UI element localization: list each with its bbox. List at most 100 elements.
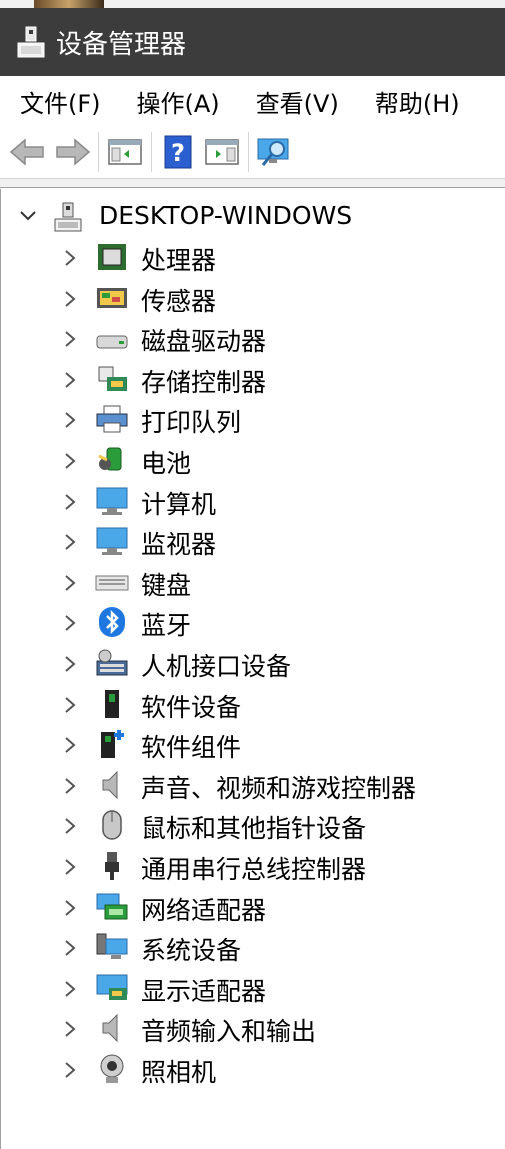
tree-item[interactable]: 磁盘驱动器	[1, 318, 505, 358]
tree-item[interactable]: 人机接口设备	[1, 643, 505, 683]
tree-item-label: 系统设备	[141, 936, 242, 966]
mouse-icon	[102, 810, 122, 841]
chevron-right-icon[interactable]	[63, 411, 77, 429]
toolbar-separator	[151, 132, 152, 172]
back-button[interactable]	[6, 132, 50, 172]
tree-item-label: 打印队列	[141, 408, 242, 438]
menu-bar: 文件(F) 操作(A) 查看(V) 帮助(H)	[0, 76, 505, 126]
chevron-right-icon[interactable]	[63, 574, 77, 592]
tree-item[interactable]: 软件设备	[1, 684, 505, 724]
audio-io-icon	[102, 1014, 118, 1043]
chevron-down-icon[interactable]	[19, 207, 37, 225]
chevron-right-icon[interactable]	[63, 817, 77, 835]
tree-item[interactable]: 网络适配器	[1, 887, 505, 927]
tree-item[interactable]: 电池	[1, 440, 505, 480]
toolbar-divider	[0, 178, 505, 188]
toolbar: ?	[0, 126, 505, 178]
action-pane-button[interactable]	[200, 132, 244, 172]
disk-drive-icon	[96, 335, 128, 349]
tree-item-label: 电池	[141, 449, 192, 478]
show-hide-tree-button[interactable]	[103, 132, 147, 172]
keyboard-icon	[95, 575, 129, 591]
tree-item[interactable]: 软件组件	[1, 724, 505, 764]
tree-item[interactable]: 声音、视频和游戏控制器	[1, 765, 505, 805]
tree-item[interactable]: 传感器	[1, 278, 505, 318]
device-manager-icon	[16, 25, 46, 59]
tree-item-label: 软件设备	[141, 692, 242, 722]
chevron-right-icon[interactable]	[63, 533, 77, 551]
chevron-right-icon[interactable]	[63, 330, 77, 348]
processor-icon	[98, 244, 126, 270]
menu-view[interactable]: 查看(V)	[236, 84, 339, 119]
tree-item-label: 蓝牙	[141, 611, 192, 641]
background-thumbnail	[34, 0, 104, 8]
window-title: 设备管理器	[56, 29, 187, 60]
top-strip	[0, 0, 505, 8]
chevron-right-icon[interactable]	[63, 493, 77, 511]
sensor-icon	[97, 287, 127, 308]
usb-icon	[105, 852, 119, 880]
chevron-right-icon[interactable]	[63, 939, 77, 957]
tree-item[interactable]: 系统设备	[1, 927, 505, 967]
tree-item-label: 传感器	[141, 286, 217, 316]
tree-item[interactable]: 计算机	[1, 481, 505, 521]
help-button[interactable]: ?	[156, 132, 200, 172]
tree-item[interactable]: 显示适配器	[1, 968, 505, 1008]
chevron-right-icon[interactable]	[63, 899, 77, 917]
system-device-icon	[96, 933, 128, 960]
menu-action[interactable]: 操作(A)	[117, 84, 220, 119]
tree-item-label: 通用串行总线控制器	[141, 855, 367, 884]
chevron-right-icon[interactable]	[63, 1020, 77, 1038]
tree-item[interactable]: 存储控制器	[1, 359, 505, 399]
tree-item-label: 存储控制器	[141, 367, 267, 397]
device-tree: DESKTOP-WINDOWS 处理器 传感器 磁盘驱动器 存储控制器 打印队列 电池 计算…	[0, 189, 505, 1149]
tree-item[interactable]: 打印队列	[1, 399, 505, 439]
tree-item[interactable]: 监视器	[1, 521, 505, 561]
tree-item[interactable]: 通用串行总线控制器	[1, 846, 505, 886]
chevron-right-icon[interactable]	[63, 696, 77, 714]
camera-icon	[100, 1054, 124, 1083]
tree-item-label: 显示适配器	[141, 976, 267, 1006]
tree-item-label: 处理器	[141, 246, 217, 275]
display-adapter-icon	[96, 974, 128, 1000]
software-device-icon	[105, 689, 119, 718]
hid-icon	[96, 649, 128, 676]
tree-item-label: 磁盘驱动器	[141, 327, 267, 357]
chevron-right-icon[interactable]	[63, 980, 77, 998]
tree-item-label: 监视器	[141, 530, 217, 560]
network-adapter-icon	[96, 893, 128, 920]
back-arrow-icon	[9, 138, 44, 166]
chevron-right-icon[interactable]	[63, 249, 77, 267]
tree-item-label: 照相机	[141, 1058, 217, 1087]
computer-icon	[96, 487, 128, 515]
menu-file[interactable]: 文件(F)	[0, 84, 101, 119]
speaker-icon	[102, 770, 118, 800]
battery-icon	[98, 447, 122, 471]
chevron-right-icon[interactable]	[63, 452, 77, 470]
tree-item-label: 声音、视频和游戏控制器	[141, 773, 417, 803]
tree-item-label: 键盘	[141, 570, 192, 600]
tree-item[interactable]: 照相机	[1, 1049, 505, 1089]
menu-help[interactable]: 帮助(H)	[355, 84, 460, 119]
tree-item[interactable]: 音频输入和输出	[1, 1008, 505, 1048]
tree-item[interactable]: 键盘	[1, 562, 505, 602]
tree-item[interactable]: 处理器	[1, 237, 505, 277]
tree-item[interactable]: 蓝牙	[1, 602, 505, 642]
chevron-right-icon[interactable]	[63, 371, 77, 389]
chevron-right-icon[interactable]	[63, 1061, 77, 1079]
tree-item[interactable]: 鼠标和其他指针设备	[1, 805, 505, 845]
storage-controller-icon	[98, 366, 127, 391]
chevron-right-icon[interactable]	[63, 655, 77, 673]
chevron-right-icon[interactable]	[63, 614, 77, 632]
forward-button[interactable]	[50, 132, 94, 172]
chevron-right-icon[interactable]	[63, 736, 77, 754]
chevron-right-icon[interactable]	[63, 858, 77, 876]
chevron-right-icon[interactable]	[63, 290, 77, 308]
chevron-right-icon[interactable]	[63, 777, 77, 795]
computer-network-icon	[54, 202, 82, 232]
tree-item-label: 软件组件	[141, 733, 242, 763]
tree-item-label: 人机接口设备	[141, 652, 292, 681]
tree-item-label: 音频输入和输出	[141, 1017, 317, 1047]
toolbar-separator	[98, 132, 99, 172]
scan-hardware-button[interactable]	[253, 132, 297, 172]
